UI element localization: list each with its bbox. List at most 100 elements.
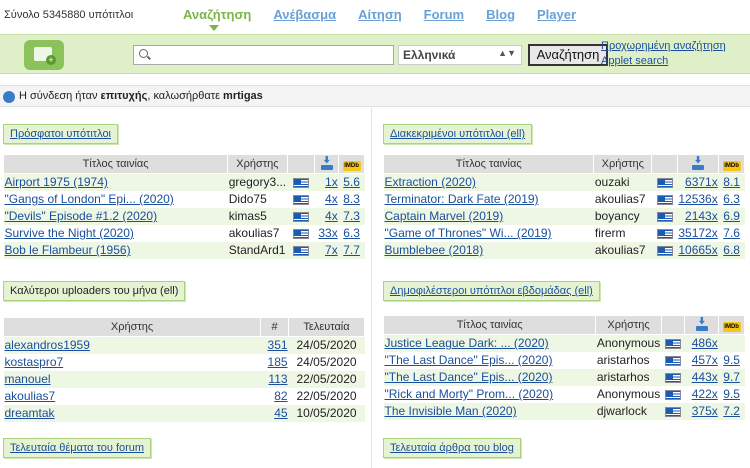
- download-count[interactable]: 12536x: [678, 192, 717, 206]
- imdb-rating[interactable]: 7.7: [343, 243, 360, 257]
- uploader-link[interactable]: kostaspro7: [5, 355, 64, 369]
- table-row: alexandros1959 351 24/05/2020: [3, 336, 365, 354]
- subtitle-link[interactable]: Terminator: Dark Fate (2019): [385, 192, 539, 206]
- col-count[interactable]: #: [260, 317, 290, 337]
- download-count[interactable]: 33x: [318, 226, 337, 240]
- uploader-link[interactable]: dreamtak: [5, 406, 55, 420]
- imdb-rating[interactable]: 8.3: [343, 192, 360, 206]
- download-count[interactable]: 422x: [692, 387, 718, 401]
- greek-flag-icon: [292, 228, 309, 239]
- imdb-rating[interactable]: 7.2: [723, 404, 740, 418]
- search-icon: [139, 49, 148, 58]
- applet-search-link[interactable]: Applet search: [601, 54, 726, 69]
- imdb-rating[interactable]: 6.9: [723, 209, 740, 223]
- imdb-rating[interactable]: 8.1: [723, 175, 740, 189]
- select-arrows-icon: ▲▼: [498, 48, 516, 58]
- subtitle-link[interactable]: Airport 1975 (1974): [5, 175, 108, 189]
- subtitle-link[interactable]: Extraction (2020): [385, 175, 476, 189]
- download-count[interactable]: 2143x: [685, 209, 718, 223]
- imdb-rating[interactable]: 9.7: [723, 370, 740, 384]
- download-count[interactable]: 375x: [692, 404, 718, 418]
- download-count[interactable]: 457x: [692, 353, 718, 367]
- imdb-rating[interactable]: 6.3: [723, 192, 740, 206]
- language-select[interactable]: Ελληνικά ▲▼: [398, 45, 522, 65]
- greek-flag-icon: [656, 194, 673, 205]
- uploader-link[interactable]: alexandros1959: [5, 338, 90, 352]
- search-bar: + Ελληνικά ▲▼ Αναζήτηση Προχωρημένη αναζή…: [0, 34, 750, 74]
- popular-panel-title[interactable]: Δημοφιλέστεροι υπότιτλοι εβδομάδας (ell): [383, 281, 600, 301]
- nav-blog[interactable]: Blog: [486, 7, 515, 22]
- imdb-rating[interactable]: 6.8: [723, 243, 740, 257]
- subtitle-link[interactable]: Bob le Flambeur (1956): [5, 243, 131, 257]
- greek-flag-icon: [656, 228, 673, 239]
- uploader-link[interactable]: akoulias7: [5, 389, 56, 403]
- upload-count[interactable]: 45: [274, 406, 287, 420]
- featured-panel-title[interactable]: Διακεκριμένοι υπότιτλοι (ell): [383, 124, 533, 144]
- nav-request[interactable]: Αίτηση: [358, 7, 402, 22]
- subtitle-link[interactable]: Justice League Dark: ... (2020): [385, 336, 549, 350]
- col-title[interactable]: Τίτλος ταινίας: [2, 154, 229, 174]
- imdb-rating[interactable]: 5.6: [343, 175, 360, 189]
- uploader: ouzaki: [593, 173, 652, 191]
- table-row: The Invisible Man (2020) djwarlock 375x 7.2: [383, 402, 745, 420]
- subtitle-link[interactable]: The Invisible Man (2020): [385, 404, 517, 418]
- imdb-rating[interactable]: 6.3: [343, 226, 360, 240]
- nav-forum[interactable]: Forum: [424, 7, 464, 22]
- download-count[interactable]: 443x: [692, 370, 718, 384]
- imdb-rating[interactable]: 9.5: [723, 353, 740, 367]
- subtitle-link[interactable]: Captain Marvel (2019): [385, 209, 504, 223]
- col-user[interactable]: Χρήστης: [595, 315, 662, 335]
- greek-flag-icon: [665, 406, 682, 417]
- download-count[interactable]: 486x: [692, 336, 718, 350]
- greek-flag-icon: [665, 355, 682, 366]
- popular-table: Τίτλος ταινίας Χρήστης IMDb Justice Leag…: [382, 315, 745, 420]
- upload-count[interactable]: 351: [268, 338, 288, 352]
- uploader-link[interactable]: manouel: [5, 372, 51, 386]
- col-last[interactable]: Τελευταία: [288, 317, 365, 337]
- download-count[interactable]: 1x: [325, 175, 338, 189]
- forum-panel-title[interactable]: Τελευταία θέματα του forum: [3, 438, 152, 458]
- recent-panel-title[interactable]: Πρόσφατοι υπότιτλοι: [3, 124, 119, 144]
- search-input[interactable]: [152, 47, 390, 63]
- download-count[interactable]: 10665x: [678, 243, 717, 257]
- col-user[interactable]: Χρήστης: [2, 317, 262, 337]
- subtitle-link[interactable]: "Rick and Morty" Prom... (2020): [385, 387, 554, 401]
- download-count[interactable]: 6371x: [685, 175, 718, 189]
- nav-upload[interactable]: Ανέβασμα: [273, 7, 336, 22]
- uploader: StandArd1: [227, 241, 288, 259]
- site-logo[interactable]: +: [24, 40, 64, 70]
- subtitle-link[interactable]: "Gangs of London" Epi... (2020): [5, 192, 174, 206]
- col-user[interactable]: Χρήστης: [593, 154, 653, 174]
- search-input-wrap[interactable]: [133, 45, 394, 65]
- col-title[interactable]: Τίτλος ταινίας: [382, 315, 597, 335]
- uploaders-table: Χρήστης # Τελευταία alexandros1959 351 24/…: [2, 317, 365, 422]
- download-count[interactable]: 7x: [325, 243, 338, 257]
- upload-count[interactable]: 113: [268, 372, 287, 386]
- col-title[interactable]: Τίτλος ταινίας: [382, 154, 595, 174]
- upload-count[interactable]: 185: [268, 355, 288, 369]
- table-row: "Rick and Morty" Prom... (2020) Anonymous…: [383, 385, 745, 403]
- blog-panel-title[interactable]: Τελευταία άρθρα του blog: [383, 438, 521, 458]
- download-count[interactable]: 35172x: [678, 226, 717, 240]
- download-count[interactable]: 4x: [325, 209, 338, 223]
- subtitle-link[interactable]: "The Last Dance" Epis... (2020): [385, 353, 553, 367]
- nav-search[interactable]: Αναζήτηση: [183, 7, 251, 22]
- upload-count[interactable]: 82: [274, 389, 287, 403]
- subtitle-link[interactable]: Survive the Night (2020): [5, 226, 134, 240]
- search-button[interactable]: Αναζήτηση: [528, 44, 608, 66]
- subtitle-link[interactable]: "The Last Dance" Epis... (2020): [385, 370, 553, 384]
- imdb-rating[interactable]: 7.6: [723, 226, 740, 240]
- uploader: firerm: [593, 224, 652, 242]
- download-count[interactable]: 4x: [325, 192, 338, 206]
- subtitle-link[interactable]: "Game of Thrones" Wi... (2019): [385, 226, 552, 240]
- subtitle-link[interactable]: Bumblebee (2018): [385, 243, 484, 257]
- col-user[interactable]: Χρήστης: [227, 154, 288, 174]
- imdb-rating[interactable]: 9.5: [723, 387, 740, 401]
- uploader: Anonymous: [595, 385, 662, 403]
- featured-table: Τίτλος ταινίας Χρήστης IMDb Extraction (…: [382, 154, 745, 259]
- advanced-search-link[interactable]: Προχωρημένη αναζήτηση: [601, 39, 726, 54]
- imdb-rating[interactable]: 7.3: [343, 209, 360, 223]
- nav-player[interactable]: Player: [537, 7, 576, 22]
- subtitle-link[interactable]: "Devils" Episode #1.2 (2020): [5, 209, 158, 223]
- table-row: Survive the Night (2020) akoulias7 33x 6.3: [3, 224, 365, 242]
